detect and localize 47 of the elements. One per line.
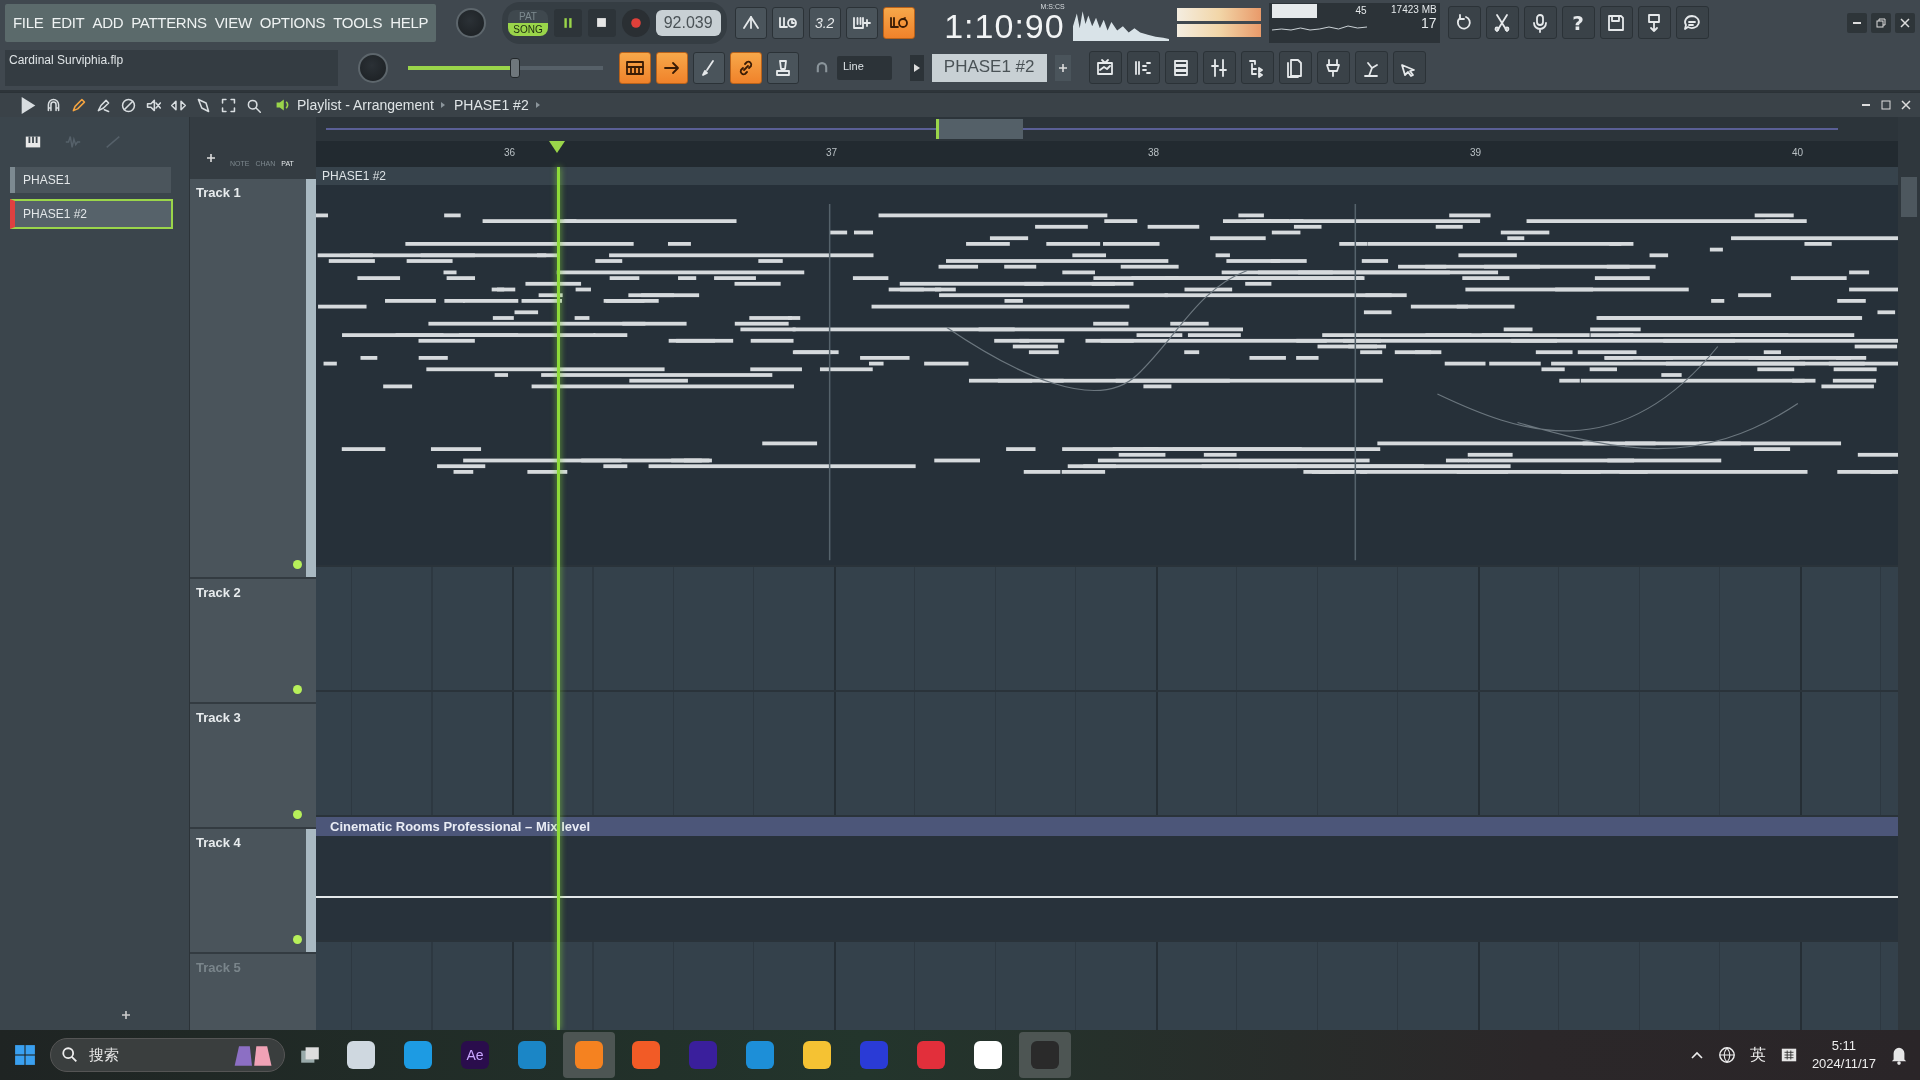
track-name: Track 3 [196, 710, 241, 725]
breadcrumb-item[interactable]: PHASE1 #2 [453, 97, 529, 113]
clock-time: 5:11 [1831, 1037, 1857, 1055]
bar-number: 39 [1470, 147, 1482, 158]
menu-item[interactable]: ADD [92, 14, 124, 31]
track-header[interactable]: Track 4 [190, 829, 316, 954]
pat-song-toggle[interactable]: PAT SONG [508, 9, 548, 36]
clip-title: Cinematic Rooms Professional – Mix level [316, 817, 1898, 836]
track-name: Track 4 [196, 835, 241, 850]
bar-number: 36 [504, 147, 516, 158]
track-name: Track 2 [196, 585, 241, 600]
tempo-display[interactable]: 92.039 [655, 9, 721, 36]
track-header[interactable]: Track 3 [190, 704, 316, 829]
pattern-clip[interactable]: PHASE1 #2 [316, 167, 1898, 565]
menu-item[interactable]: VIEW [214, 14, 252, 31]
track-name: Track 1 [196, 185, 241, 200]
search-field[interactable]: 搜索 [50, 1038, 285, 1072]
menu-item[interactable]: OPTIONS [259, 14, 326, 31]
search-input[interactable]: 搜索 [87, 1045, 222, 1065]
song-time: 1:10:90 [944, 10, 1065, 42]
bar-number: 40 [1792, 147, 1804, 158]
breadcrumb-item[interactable]: Playlist - Arrangement [297, 97, 434, 113]
input-method-indicator[interactable]: 英 [1749, 1044, 1766, 1066]
memory-value: 17423 MB [1391, 3, 1437, 15]
project-file-name: Cardinal Surviphia.flp [9, 52, 124, 67]
system-clock[interactable]: 5:11 2024/11/17 [1811, 1037, 1876, 1073]
pattern-selector[interactable]: PHASE1 #2 [931, 53, 1047, 82]
clip-title: PHASE1 #2 [316, 167, 1898, 185]
menu-item[interactable]: PATTERNS [131, 14, 207, 31]
timeline-ruler[interactable]: 36 37 38 39 40 [316, 141, 1898, 167]
clock-date: 2024/11/17 [1811, 1055, 1876, 1073]
pattern-item[interactable]: PHASE1 [10, 167, 171, 193]
countdown-button[interactable]: 3.2 [808, 6, 841, 39]
bar-number: 38 [1148, 147, 1160, 158]
menu-item[interactable]: FILE [13, 14, 44, 31]
menu-item[interactable]: TOOLS [333, 14, 383, 31]
pattern-item[interactable]: PHASE1 #2 [10, 199, 173, 229]
polyphony-value: 17 [1421, 14, 1437, 31]
menu-item[interactable]: EDIT [51, 14, 85, 31]
ae-app-button[interactable]: Ae [449, 1032, 501, 1078]
cpu-value: 45 [1355, 5, 1367, 16]
help-button[interactable]: ? [1561, 6, 1595, 39]
menu-item[interactable]: HELP [390, 14, 429, 31]
bar-number: 37 [826, 147, 838, 158]
snap-dropdown[interactable]: Line [837, 55, 892, 80]
track-header[interactable]: Track 1 [190, 179, 316, 579]
track-header[interactable]: Track 2 [190, 579, 316, 704]
